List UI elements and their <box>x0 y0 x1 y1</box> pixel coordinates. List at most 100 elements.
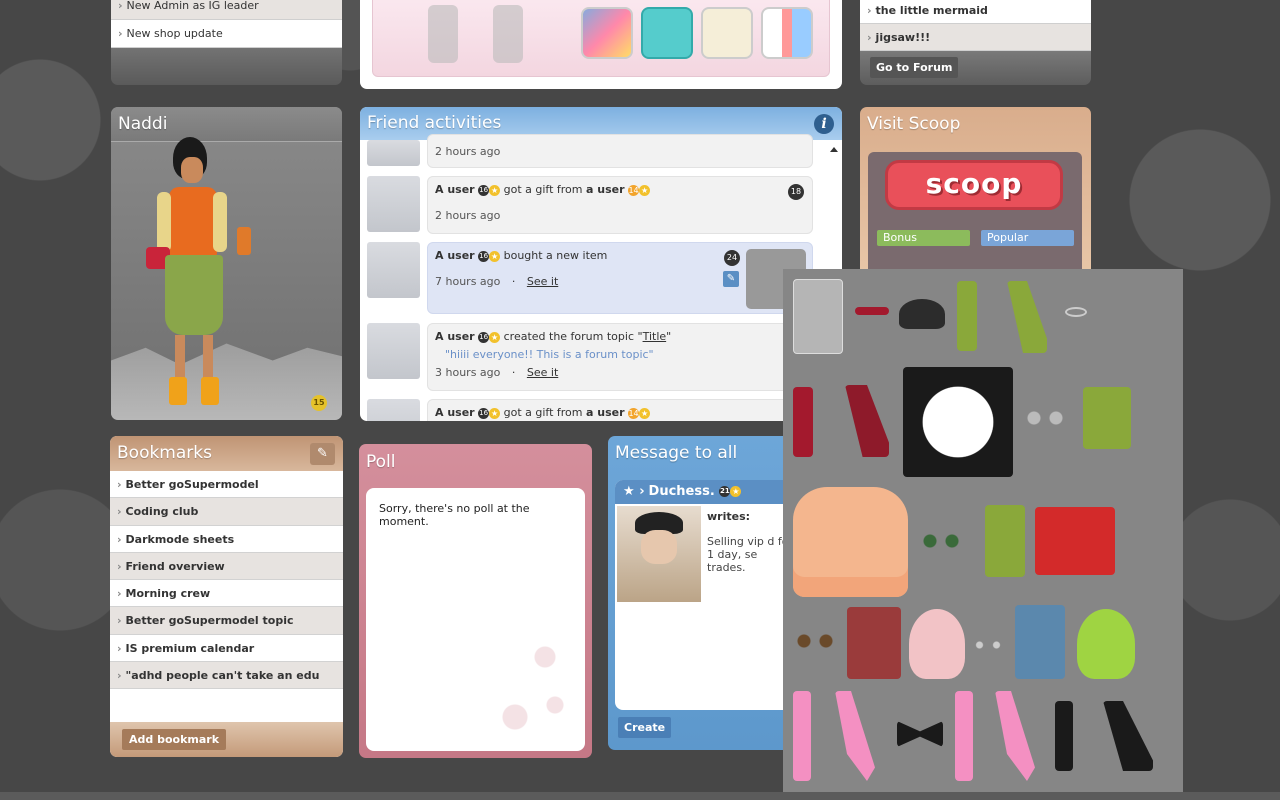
activity-time: 2 hours ago <box>435 145 501 158</box>
user-avatar[interactable] <box>367 323 420 379</box>
bookmark-item[interactable]: › Darkmode sheets <box>110 525 343 553</box>
star-icon: ★ <box>489 331 501 343</box>
go-to-forum-button[interactable]: Go to Forum <box>870 57 959 78</box>
level-badge: 16 <box>478 184 490 196</box>
scoop-panel[interactable]: Visit Scoop scoop Bonus Popular <box>860 107 1091 277</box>
red-vest-item[interactable] <box>847 607 901 679</box>
avatar[interactable] <box>146 137 251 407</box>
star-icon: ★ <box>730 486 742 497</box>
poll-title: Poll <box>366 452 396 472</box>
bookmark-item[interactable]: › Better goSupermodel topic <box>110 607 343 635</box>
pattern-icon[interactable] <box>761 7 813 59</box>
popular-tag[interactable]: Popular <box>981 230 1074 246</box>
boots-illustration <box>428 5 458 63</box>
see-it-link[interactable]: See it <box>527 275 558 288</box>
chevron-right-icon: › <box>117 614 122 628</box>
star-icon: ★ <box>639 407 651 419</box>
edit-icon[interactable]: ✎ <box>310 443 335 465</box>
green-earrings-item[interactable] <box>919 531 963 551</box>
green-armwarmer-item[interactable] <box>1083 387 1131 449</box>
bonus-tag[interactable]: Bonus <box>877 230 970 246</box>
news-item[interactable]: › New shop update <box>111 20 342 48</box>
green-legwarmer-item[interactable] <box>957 281 977 351</box>
user-link[interactable]: a user <box>586 406 625 419</box>
count-badge: 18 <box>788 184 804 200</box>
pink-hair-item[interactable] <box>909 609 965 679</box>
green-boot-item[interactable] <box>1007 281 1047 353</box>
poll-card: Sorry, there's no poll at the moment. <box>366 488 585 751</box>
add-bookmark-button[interactable]: Add bookmark <box>122 729 227 750</box>
scroll-up-arrow-icon[interactable] <box>830 147 838 152</box>
activity-item: A user 16 ★ bought a new item 7 hours ago… <box>367 242 813 314</box>
black-bow-item[interactable] <box>897 721 943 747</box>
author-name[interactable]: Duchess. <box>649 484 715 499</box>
peach-dress-item[interactable] <box>793 487 908 597</box>
green-hair-item[interactable] <box>1077 609 1135 679</box>
poll-panel: Poll Sorry, there's no poll at the momen… <box>359 444 592 758</box>
star-icon: ★ <box>489 184 501 196</box>
item-popup[interactable] <box>783 269 1183 800</box>
plaid-legwarmer-item[interactable] <box>793 387 813 457</box>
green-vest-item[interactable] <box>985 505 1025 577</box>
activity-item: 2 hours ago <box>367 134 813 168</box>
author-avatar[interactable] <box>617 506 701 602</box>
black-boot-item[interactable] <box>1103 701 1153 771</box>
user-link[interactable]: A user <box>435 249 475 262</box>
silver-ring-item[interactable] <box>1065 307 1087 317</box>
user-avatar[interactable] <box>367 399 420 421</box>
chevron-right-icon: › <box>117 478 122 491</box>
forum-panel: › the little mermaid › jigsaw!!! Go to For… <box>860 0 1091 85</box>
edit-icon[interactable]: ✎ <box>723 271 739 287</box>
user-avatar[interactable] <box>367 140 420 166</box>
forum-topic[interactable]: › jigsaw!!! <box>860 24 1091 51</box>
earrings-item[interactable] <box>1023 409 1067 427</box>
topic-link[interactable]: Title <box>643 330 667 343</box>
forum-topic[interactable]: › the little mermaid <box>860 0 1091 24</box>
pink-stocking-item[interactable] <box>955 691 973 781</box>
fluffy-dress-item[interactable] <box>903 367 1013 477</box>
pink-stocking-item[interactable] <box>793 691 811 781</box>
info-icon[interactable]: i <box>814 114 834 134</box>
floral-decoration <box>475 621 575 741</box>
user-link[interactable]: A user <box>435 406 475 419</box>
user-avatar[interactable] <box>367 176 420 232</box>
shopping-bags-icon[interactable] <box>581 7 633 59</box>
knit-vest-item[interactable] <box>793 279 843 354</box>
level-badge: 16 <box>478 250 490 262</box>
user-link[interactable]: A user <box>435 183 475 196</box>
bookmarks-title: Bookmarks <box>110 436 343 471</box>
plaid-boot-item[interactable] <box>845 385 889 457</box>
bookmark-item[interactable]: › "adhd people can't take an edu <box>110 662 343 690</box>
level-badge: 15 <box>311 395 327 411</box>
user-link[interactable]: A user <box>435 330 475 343</box>
chevron-right-icon: › <box>118 0 123 12</box>
chevron-right-icon: › <box>639 484 645 499</box>
user-avatar[interactable] <box>367 242 420 298</box>
news-item[interactable]: › New Admin as IG leader <box>111 0 342 20</box>
bronze-earrings-item[interactable] <box>793 631 837 651</box>
blue-vest-item[interactable] <box>1015 605 1065 679</box>
black-hat-item[interactable] <box>899 299 945 329</box>
news-panel: › New Admin as IG leader › New shop update <box>111 0 342 85</box>
bookmark-item[interactable]: › Friend overview <box>110 552 343 581</box>
create-button[interactable]: Create <box>618 717 672 738</box>
level-badge: 14 <box>628 184 640 196</box>
red-belt-item[interactable] <box>855 307 889 315</box>
bookmark-item[interactable]: › Morning crew <box>110 580 343 608</box>
see-it-link[interactable]: See it <box>527 366 558 379</box>
diamond-icon[interactable] <box>641 7 693 59</box>
black-legwarmer-item[interactable] <box>1055 701 1073 771</box>
message-card: ★ › Duchess. 21 ★ writes: Selling vip d fo… <box>615 480 808 710</box>
silver-earrings-item[interactable] <box>971 639 1005 651</box>
pink-stocking-item[interactable] <box>835 691 875 781</box>
user-link[interactable]: a user <box>586 183 625 196</box>
poll-message: Sorry, there's no poll at the moment. <box>379 502 530 528</box>
flower-icon[interactable] <box>701 7 753 59</box>
bookmark-item[interactable]: › IS premium calendar <box>110 634 343 663</box>
bookmark-item[interactable]: › Better goSupermodel <box>110 471 343 499</box>
bookmark-item[interactable]: › Coding club <box>110 498 343 526</box>
red-jacket-item[interactable] <box>1035 507 1115 575</box>
topic-quote: "hiiii everyone!! This is a forum topic" <box>445 348 654 361</box>
pink-stocking-item[interactable] <box>995 691 1035 781</box>
level-badge: 16 <box>478 407 490 419</box>
